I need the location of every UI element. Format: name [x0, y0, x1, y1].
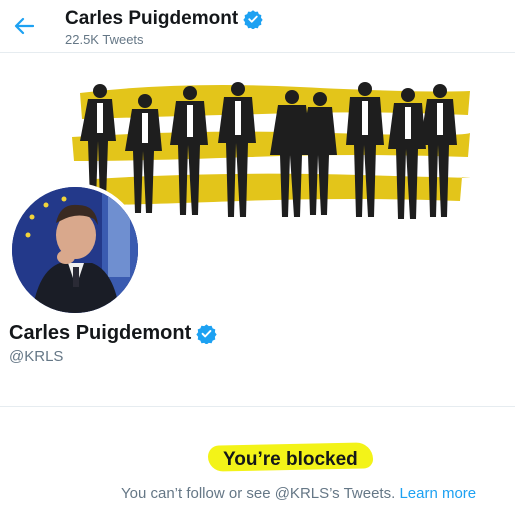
- profile-name-text: Carles Puigdemont: [9, 322, 192, 344]
- profile-name: Carles Puigdemont: [9, 322, 217, 345]
- header-title: Carles Puigdemont: [65, 8, 263, 30]
- profile-handle: @KRLS: [9, 348, 64, 365]
- verified-badge-icon: [196, 324, 217, 344]
- tweet-count: 22.5K Tweets: [65, 32, 144, 47]
- blocked-message: You can’t follow or see @KRLS’s Tweets. …: [121, 485, 476, 502]
- back-button[interactable]: [10, 12, 38, 40]
- verified-badge-icon: [243, 10, 263, 29]
- blocked-title: You’re blocked: [223, 449, 358, 470]
- arrow-left-icon: [14, 17, 34, 35]
- header-name: Carles Puigdemont: [65, 8, 239, 29]
- learn-more-link[interactable]: Learn more: [399, 485, 476, 502]
- avatar[interactable]: [8, 183, 142, 317]
- divider: [0, 406, 515, 407]
- blocked-title-block: You’re blocked: [207, 439, 374, 473]
- blocked-message-text: You can’t follow or see @KRLS’s Tweets.: [121, 485, 396, 502]
- profile-header: Carles Puigdemont 22.5K Tweets: [0, 0, 515, 53]
- avatar-image: [12, 187, 138, 313]
